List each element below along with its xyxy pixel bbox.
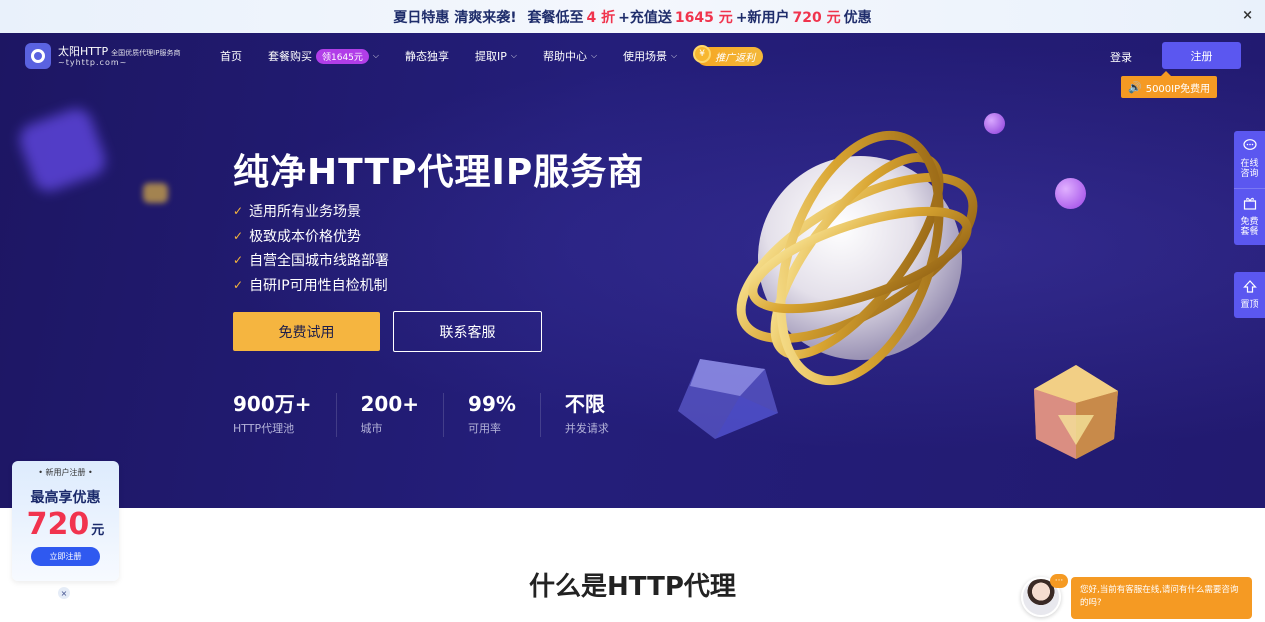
chat-message-bubble[interactable]: 您好,当前有客服在线,请问有什么需要咨询的吗? — [1071, 577, 1252, 619]
arrow-up-icon — [1242, 279, 1257, 298]
stat-label: HTTP代理池 — [233, 422, 295, 435]
logo-tagline: 全国优质代理IP服务商 — [111, 48, 181, 57]
promo-bonus: 1645 元 — [674, 9, 733, 26]
promo-card-title: 最高享优惠 — [30, 490, 101, 506]
check-icon: ✓ — [233, 204, 244, 219]
chat-bubble-icon — [1242, 139, 1257, 157]
site-logo[interactable]: 太阳HTTP 全国优质代理IP服务商 ~tyhttp.com~ — [25, 43, 180, 69]
nav-help-center[interactable]: 帮助中心 ⌵ — [543, 48, 597, 64]
promo-text-1: 夏日特惠 清爽来袭! — [393, 9, 517, 26]
check-icon: ✓ — [233, 278, 244, 293]
coin-icon: ¥ — [693, 44, 712, 63]
gift-icon — [1243, 197, 1257, 215]
golden-globe-illustration — [736, 130, 978, 386]
packages-badge: 领1645元 — [316, 48, 369, 64]
nav-referral-promo[interactable]: ¥ 推广返利 — [693, 44, 764, 66]
stat-item: 200+ 城市 — [361, 393, 445, 437]
hero-section: 太阳HTTP 全国优质代理IP服务商 ~tyhttp.com~ 首页 套餐购买 领… — [0, 33, 1265, 508]
stat-item: 99% 可用率 — [468, 393, 541, 437]
close-icon[interactable]: × — [58, 587, 70, 599]
back-to-top-button[interactable]: 置顶 — [1234, 272, 1265, 318]
free-package-button[interactable]: 免费套餐 — [1234, 188, 1265, 245]
check-icon: ✓ — [233, 253, 244, 268]
promo-newuser: 720 元 — [792, 9, 841, 26]
stat-label: 并发请求 — [564, 422, 609, 435]
new-user-promo-card[interactable]: • 新用户注册 • 最高享优惠 720 元 立即注册 — [12, 461, 119, 581]
promo-text-4: +新用户 — [735, 9, 790, 26]
back-to-top-sidebar: 置顶 — [1234, 272, 1265, 318]
online-consult-button[interactable]: 在线咨询 — [1234, 131, 1265, 188]
chevron-down-icon: ⌵ — [590, 51, 598, 60]
typing-indicator-icon: ··· — [1050, 574, 1068, 588]
nav-links: 首页 套餐购买 领1645元 ⌵ 静态独享 提取IP ⌵ 帮助中心 ⌵ 使用场景… — [220, 33, 789, 79]
promo-text-2: 套餐低至 — [527, 9, 584, 26]
decorative-orb — [1055, 178, 1086, 209]
chevron-down-icon: ⌵ — [510, 51, 517, 60]
promo-discount: 4 折 — [586, 9, 616, 26]
contact-support-button[interactable]: 联系客服 — [393, 311, 542, 352]
stat-value: 不限 — [564, 392, 605, 416]
chevron-down-icon: ⌵ — [372, 51, 379, 60]
login-link[interactable]: 登录 — [1110, 49, 1132, 65]
register-button[interactable]: 注册 — [1162, 42, 1241, 69]
stat-value: 900万+ — [233, 392, 312, 416]
nav-packages[interactable]: 套餐购买 领1645元 ⌵ — [268, 48, 379, 64]
logo-icon — [25, 43, 51, 69]
feature-list: ✓ 适用所有业务场景 ✓ 极致成本价格优势 ✓ 自营全国城市线路部署 ✓ 自研IP可用性… — [233, 199, 389, 297]
stat-item: 900万+ HTTP代理池 — [233, 393, 337, 437]
stat-value: 200+ — [360, 392, 420, 416]
promo-close-button[interactable]: × — [1242, 8, 1253, 23]
stat-label: 城市 — [360, 422, 383, 435]
gold-polyhedron-illustration — [1034, 365, 1118, 459]
nav-extract-ip[interactable]: 提取IP ⌵ — [475, 48, 517, 64]
logo-name: 太阳HTTP — [58, 44, 109, 58]
top-navigation: 太阳HTTP 全国优质代理IP服务商 ~tyhttp.com~ 首页 套餐购买 领… — [0, 33, 1265, 79]
feature-item: ✓ 适用所有业务场景 — [233, 204, 362, 221]
free-ip-tag[interactable]: 🔊 5000IP免费用 — [1121, 71, 1218, 98]
feature-item: ✓ 自研IP可用性自检机制 — [233, 278, 388, 295]
feature-item: ✓ 极致成本价格优势 — [233, 228, 362, 245]
logo-domain: ~tyhttp.com~ — [58, 57, 128, 67]
feature-item: ✓ 自营全国城市线路部署 — [233, 253, 390, 270]
speaker-icon: 🔊 — [1128, 80, 1142, 94]
right-floating-sidebar: 在线咨询 免费套餐 — [1234, 131, 1265, 245]
nav-static[interactable]: 静态独享 — [405, 48, 449, 64]
promo-banner: 夏日特惠 清爽来袭! 套餐低至 4 折 +充值送 1645 元 +新用户 720… — [0, 0, 1265, 33]
stat-label: 可用率 — [468, 422, 502, 435]
promo-text-3: +充值送 — [618, 9, 672, 26]
promo-text-5: 优惠 — [843, 9, 872, 26]
nav-use-cases[interactable]: 使用场景 ⌵ — [623, 48, 677, 64]
free-trial-button[interactable]: 免费试用 — [233, 312, 380, 351]
stat-item: 不限 并发请求 — [565, 393, 633, 437]
nav-home[interactable]: 首页 — [220, 48, 242, 64]
glass-cube-illustration — [678, 359, 778, 439]
promo-card-subtitle: • 新用户注册 • — [38, 468, 93, 477]
decorative-gold-blur — [143, 183, 168, 203]
stat-value: 99% — [468, 392, 516, 416]
stats-row: 900万+ HTTP代理池 200+ 城市 99% 可用率 不限 并发请求 — [233, 393, 657, 437]
promo-card-amount: 720 元 — [26, 507, 105, 542]
decorative-cube-blur — [15, 104, 110, 196]
check-icon: ✓ — [233, 228, 244, 243]
hero-title: 纯净HTTP代理IP服务商 — [233, 152, 645, 193]
chevron-down-icon: ⌵ — [671, 51, 678, 60]
register-now-button[interactable]: 立即注册 — [31, 547, 100, 566]
